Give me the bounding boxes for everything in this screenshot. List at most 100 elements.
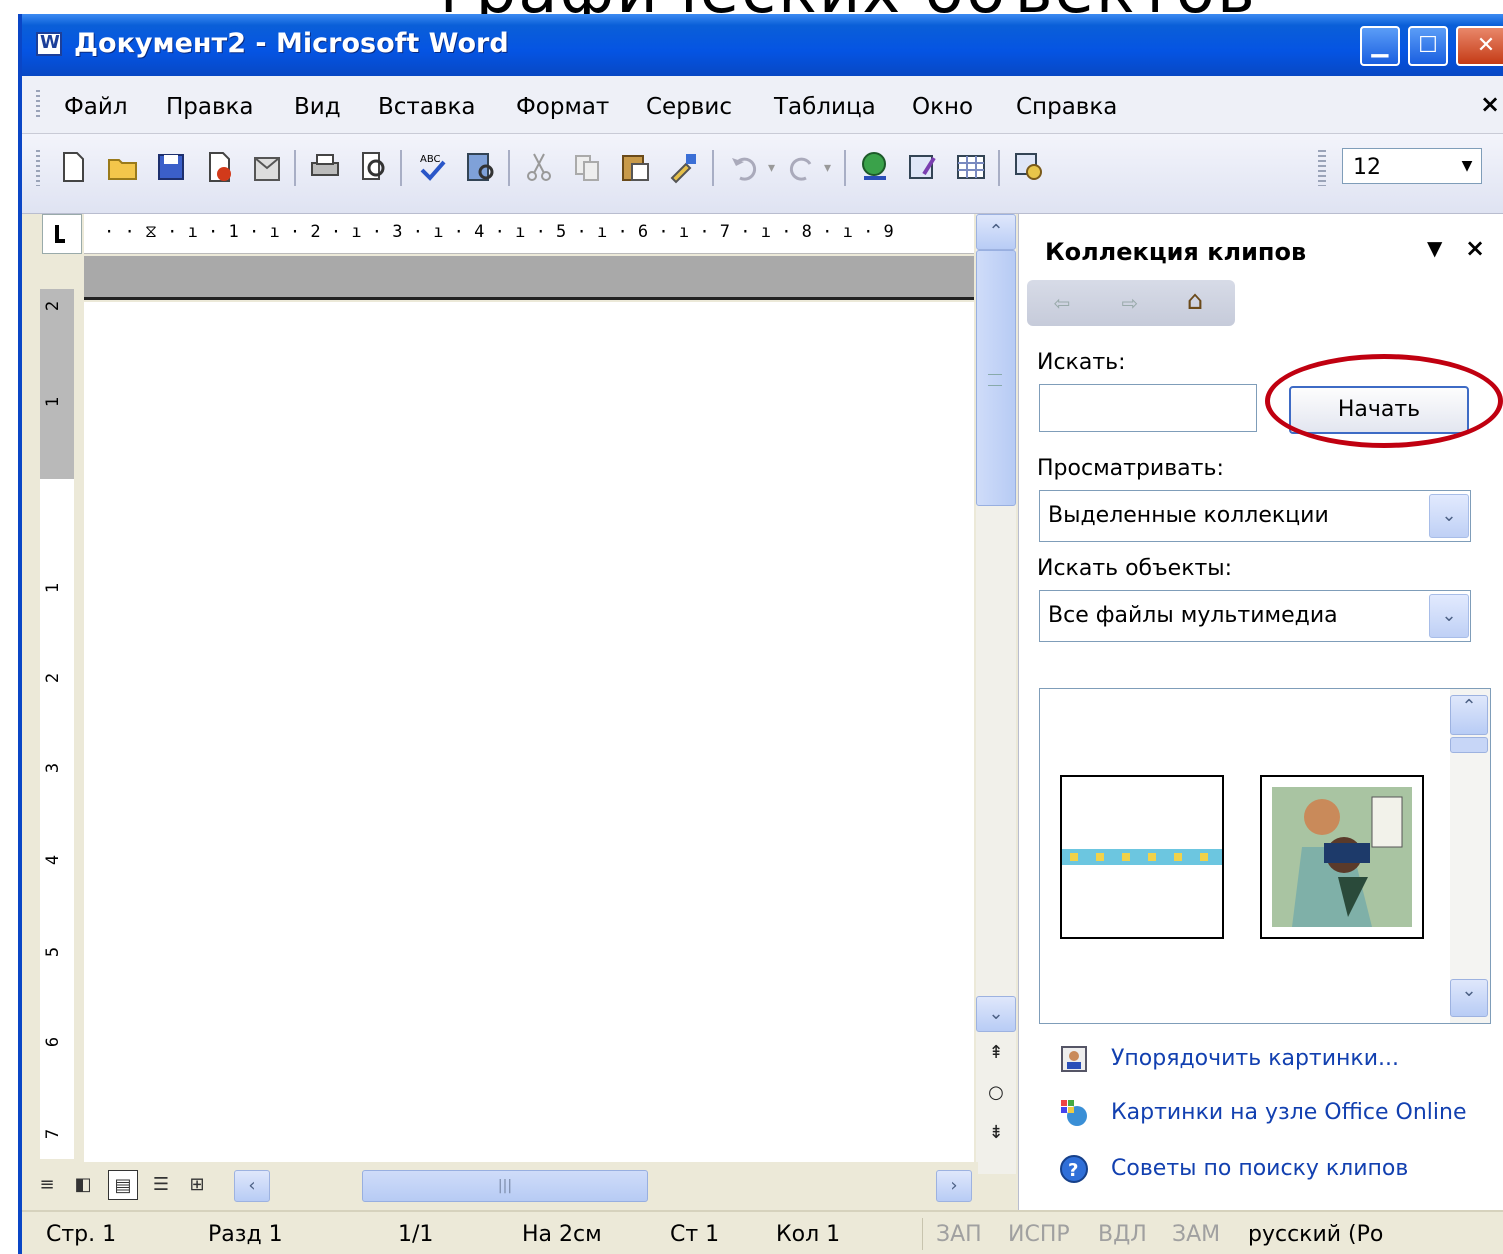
menu-insert[interactable]: Вставка — [378, 94, 475, 120]
copy-icon[interactable] — [568, 148, 606, 186]
menu-grip[interactable] — [36, 90, 40, 120]
menu-file[interactable]: Файл — [64, 94, 128, 120]
back-icon[interactable]: ⇦ — [1047, 288, 1077, 318]
vertical-ruler-number: 4 — [43, 854, 64, 866]
open-icon[interactable] — [104, 148, 142, 186]
menu-table[interactable]: Таблица — [774, 94, 876, 120]
reading-layout-icon[interactable]: ⊞ — [182, 1170, 212, 1200]
select-browse-object-icon[interactable]: ○ — [984, 1082, 1008, 1106]
status-page: Стр. 1 — [46, 1222, 117, 1247]
help-icon[interactable]: ? — [1059, 1154, 1089, 1184]
vertical-ruler-number: 1 — [43, 396, 64, 408]
status-separator — [922, 1218, 923, 1250]
office-online-icon[interactable] — [1059, 1098, 1089, 1128]
vertical-ruler-number: 6 — [43, 1036, 64, 1048]
forward-icon[interactable]: ⇨ — [1115, 288, 1145, 318]
menu-format[interactable]: Формат — [516, 94, 609, 120]
print-layout-icon[interactable]: ▤ — [108, 1170, 138, 1200]
format-painter-icon[interactable] — [664, 148, 702, 186]
media-type-select[interactable]: Все файлы мультимедиа — [1039, 590, 1471, 642]
status-language[interactable]: русский (Ро — [1248, 1222, 1383, 1247]
menu-edit[interactable]: Правка — [166, 94, 254, 120]
task-pane-menu-icon[interactable]: ▼ — [1427, 236, 1442, 260]
menu-help[interactable]: Справка — [1016, 94, 1117, 120]
office-online-link[interactable]: Картинки на узле Office Online — [1111, 1100, 1466, 1125]
home-icon[interactable]: ⌂ — [1177, 286, 1213, 320]
results-scroll-thumb[interactable] — [1450, 737, 1488, 753]
next-page-icon[interactable]: ⇟ — [984, 1122, 1008, 1146]
save-icon[interactable] — [152, 148, 190, 186]
cut-icon[interactable] — [520, 148, 558, 186]
clip-results: ⌃ ⌄ — [1039, 688, 1491, 1024]
scroll-down-icon[interactable]: ⌄ — [1450, 979, 1488, 1017]
organize-clips-link[interactable]: Упорядочить картинки... — [1111, 1046, 1399, 1071]
scroll-up-icon[interactable]: ⌃ — [1450, 695, 1488, 735]
scroll-up-icon[interactable]: ⌃ — [976, 214, 1016, 250]
menu-tools[interactable]: Сервис — [646, 94, 732, 120]
document-page[interactable] — [84, 302, 974, 1162]
email-icon[interactable] — [248, 148, 286, 186]
results-scrollbar[interactable]: ⌃ ⌄ — [1450, 689, 1490, 1023]
insert-table-icon[interactable] — [952, 148, 990, 186]
paste-icon[interactable] — [616, 148, 654, 186]
vertical-ruler-number: 2 — [43, 300, 64, 312]
outline-view-icon[interactable]: ☰ — [146, 1170, 176, 1200]
slide-heading-text: графических объектов — [440, 0, 1257, 14]
spelling-icon[interactable]: ABC — [414, 148, 452, 186]
tab-selector[interactable] — [42, 214, 82, 254]
undo-icon[interactable] — [726, 148, 764, 186]
scroll-down-icon[interactable]: ⌄ — [976, 996, 1016, 1032]
close-window-button[interactable]: ✕ — [1456, 26, 1503, 66]
status-bar: Стр. 1 Разд 1 1/1 На 2см Ст 1 Кол 1 ЗАП … — [22, 1210, 1503, 1254]
title-bar[interactable]: Документ2 - Microsoft Word ▁ ☐ ✕ — [22, 14, 1503, 76]
scroll-right-icon[interactable]: › — [936, 1170, 972, 1202]
chevron-down-icon[interactable]: ⌄ — [1429, 594, 1469, 638]
clip-thumbnail[interactable] — [1260, 775, 1424, 939]
horizontal-scroll-thumb[interactable]: ||| — [362, 1170, 648, 1202]
web-layout-icon[interactable]: ◧ — [68, 1170, 98, 1200]
hyperlink-icon[interactable] — [856, 148, 894, 186]
search-input[interactable] — [1039, 384, 1257, 432]
toolbar-separator — [998, 150, 1000, 186]
toolbar-grip-2[interactable] — [1318, 150, 1326, 186]
permission-icon[interactable] — [200, 148, 238, 186]
print-icon[interactable] — [306, 148, 344, 186]
status-section: Разд 1 — [208, 1222, 283, 1247]
status-overtype[interactable]: ЗАМ — [1172, 1222, 1220, 1247]
redo-dropdown-icon[interactable]: ▾ — [824, 160, 831, 176]
toolbar-separator — [400, 150, 402, 186]
menu-bar: Файл Правка Вид Вставка Формат Сервис Та… — [22, 76, 1503, 134]
print-preview-icon[interactable] — [354, 148, 392, 186]
minimize-button[interactable]: ▁ — [1360, 26, 1400, 66]
normal-view-icon[interactable]: ≡ — [32, 1170, 62, 1200]
redo-icon[interactable] — [782, 148, 820, 186]
word-app-icon[interactable] — [36, 32, 62, 56]
highlight-circle — [1265, 354, 1503, 448]
maximize-button[interactable]: ☐ — [1408, 26, 1448, 66]
undo-dropdown-icon[interactable]: ▾ — [768, 160, 775, 176]
organize-clips-icon[interactable] — [1059, 1044, 1089, 1074]
font-size-dropdown-icon[interactable]: ▼ — [1452, 148, 1482, 184]
scroll-left-icon[interactable]: ‹ — [234, 1170, 270, 1202]
search-in-select[interactable]: Выделенные коллекции — [1039, 490, 1471, 542]
status-column: Кол 1 — [776, 1222, 841, 1247]
toolbar-grip[interactable] — [36, 150, 40, 186]
chevron-down-icon[interactable]: ⌄ — [1429, 494, 1469, 538]
browse-label: Просматривать: — [1037, 456, 1224, 481]
menu-view[interactable]: Вид — [294, 94, 341, 120]
drawing-icon[interactable] — [1010, 148, 1048, 186]
previous-page-icon[interactable]: ⇞ — [984, 1042, 1008, 1066]
status-track-changes[interactable]: ИСПР — [1008, 1222, 1070, 1247]
status-extend-selection[interactable]: ВДЛ — [1098, 1222, 1147, 1247]
status-record-macro[interactable]: ЗАП — [936, 1222, 982, 1247]
close-document-icon[interactable]: × — [1480, 90, 1500, 118]
task-pane-close-icon[interactable]: × — [1465, 234, 1485, 262]
menu-window[interactable]: Окно — [912, 94, 973, 120]
research-icon[interactable] — [462, 148, 500, 186]
toolbar-separator — [712, 150, 714, 186]
search-tips-link[interactable]: Советы по поиску клипов — [1111, 1156, 1408, 1181]
horizontal-ruler[interactable]: · · ⧖ · ı · 1 · ı · 2 · ı · 3 · ı · 4 · … — [84, 214, 974, 254]
clip-thumbnail[interactable] — [1060, 775, 1224, 939]
tables-borders-icon[interactable] — [904, 148, 942, 186]
new-document-icon[interactable] — [54, 148, 92, 186]
